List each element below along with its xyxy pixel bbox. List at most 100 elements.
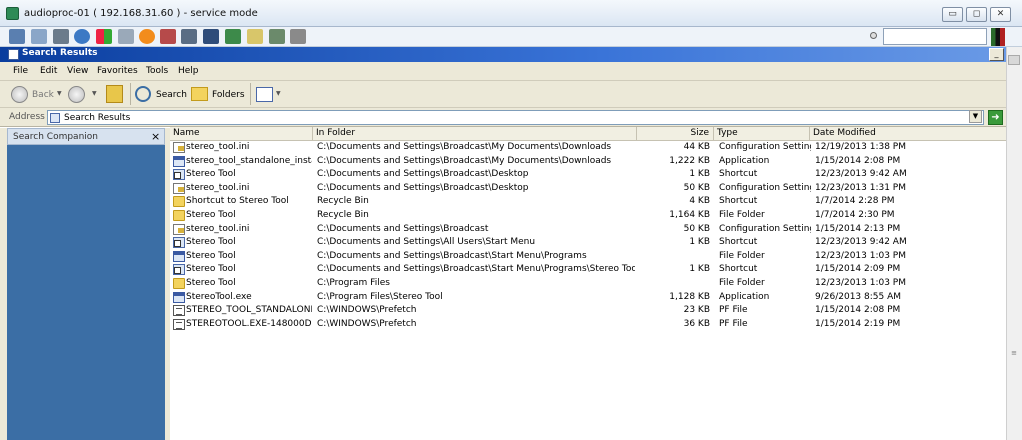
address-dropdown-icon[interactable]: ▼ [969,110,982,123]
address-label: Address [9,112,45,122]
cell-size: 4 KB [689,196,710,207]
search-icon[interactable] [135,86,151,102]
table-row[interactable]: Stereo Tool Recycle Bin 1,164 KB File Folde… [170,209,1006,223]
scroll-grip-icon: ≡ [1011,349,1017,357]
scroll-thumb[interactable] [1008,55,1020,65]
table-row[interactable]: Shortcut to Stereo Tool Recycle Bin 4 KB Sh… [170,195,1006,209]
flag-icon [991,28,1005,46]
cell-folder: C:\Documents and Settings\All Users\Star… [317,237,536,248]
close-pane-icon[interactable]: × [151,130,160,143]
cell-type: Configuration Settings [719,182,811,193]
fullscreen-icon[interactable] [181,29,197,44]
minimize-button[interactable]: ▭ [942,7,963,22]
back-button-label[interactable]: Back [32,90,54,100]
monitor-icon[interactable] [203,29,219,44]
menu-help[interactable]: Help [178,66,199,76]
screenshot-icon[interactable] [290,29,306,44]
address-input[interactable]: Search Results [47,110,984,125]
cell-modified: 12/23/2013 1:03 PM [815,278,906,288]
vertical-scrollbar[interactable] [1006,47,1022,440]
column-header-type[interactable]: Type [714,127,810,141]
cell-folder: C:\Documents and Settings\Broadcast\My D… [317,155,612,166]
ini-file-icon [173,223,185,235]
table-row[interactable]: stereo_tool_standalone_insta... C:\Docume… [170,155,1006,169]
cell-modified: 1/7/2014 2:28 PM [815,196,895,207]
cell-modified: 12/23/2013 9:42 AM [815,237,907,248]
keyboard-icon[interactable] [118,29,134,44]
folders-button-label[interactable]: Folders [212,90,245,100]
app-icon [173,291,185,303]
cell-name: stereo_tool.ini [186,182,250,193]
alert-icon[interactable] [139,29,155,44]
shortcut-icon [173,264,185,276]
cell-size: 23 KB [683,305,710,316]
refresh-icon[interactable] [74,29,90,44]
screen-icon[interactable] [9,29,25,44]
column-header-name[interactable]: Name [170,127,313,141]
table-row[interactable]: stereo_tool.ini C:\Documents and Settings… [170,223,1006,237]
list-header: Name In Folder Size Type Date Modified [170,127,1006,141]
folders-icon[interactable] [191,87,208,101]
table-row[interactable]: Stereo Tool C:\Documents and Settings\Bro… [170,263,1006,277]
windows-logo-icon[interactable] [96,29,112,44]
capture-icon[interactable] [269,29,285,44]
forward-dropdown-icon[interactable]: ▼ [92,90,97,97]
menu-tools[interactable]: Tools [146,66,168,76]
menu-file[interactable]: File [13,66,28,76]
cell-folder: C:\Documents and Settings\Broadcast\Star… [317,264,635,275]
up-folder-icon[interactable] [106,85,123,103]
tools-icon[interactable] [53,29,69,44]
cell-name: Stereo Tool [186,278,236,288]
column-header-modified[interactable]: Date Modified [810,127,1006,141]
go-arrow-icon[interactable]: ➜ [988,110,1003,125]
cell-type: File Folder [719,210,765,220]
table-row[interactable]: stereo_tool.ini C:\Documents and Settings… [170,182,1006,196]
remote-input-field[interactable] [883,28,987,45]
table-row[interactable]: Stereo Tool C:\Documents and Settings\Bro… [170,168,1006,182]
cell-type: Shortcut [719,237,758,248]
table-row[interactable]: Stereo Tool C:\Documents and Settings\Bro… [170,250,1006,264]
notes-icon[interactable] [247,29,263,44]
table-row[interactable]: StereoTool.exe C:\Program Files\Stereo To… [170,291,1006,305]
cell-modified: 1/15/2014 2:19 PM [815,318,901,329]
cell-folder: C:\WINDOWS\Prefetch [317,318,417,329]
search-companion-pane [7,128,165,440]
explorer-minimize-button[interactable]: _ [989,48,1004,61]
views-dropdown-icon[interactable]: ▼ [276,90,281,97]
cell-type: Configuration Settings [719,142,811,152]
cell-name: Stereo Tool [186,169,236,180]
windows-icon[interactable] [31,29,47,44]
back-arrow-icon[interactable] [11,86,28,103]
close-button[interactable]: ✕ [990,7,1011,22]
views-icon[interactable] [256,87,273,102]
maximize-button[interactable]: ◻ [966,7,987,22]
cell-size: 1,164 KB [669,210,710,220]
cell-size: 1 KB [689,237,710,248]
app-icon [173,155,185,167]
cell-name: STEREO_TOOL_STANDALONE... [186,305,312,316]
table-row[interactable]: stereo_tool.ini C:\Documents and Settings… [170,141,1006,155]
cell-folder: C:\Documents and Settings\Broadcast\My D… [317,142,612,152]
folder-icon [173,196,185,208]
search-companion-header: Search Companion × [7,128,165,145]
column-header-size[interactable]: Size [637,127,714,141]
cell-modified: 1/15/2014 2:09 PM [815,264,901,275]
menu-edit[interactable]: Edit [40,66,57,76]
ctrl-alt-del-icon[interactable] [160,29,176,44]
cell-modified: 12/23/2013 9:42 AM [815,169,907,180]
menu-favorites[interactable]: Favorites [97,66,138,76]
transfer-icon[interactable] [225,29,241,44]
table-row[interactable]: STEREO_TOOL_STANDALONE... C:\WINDOWS\Pref… [170,304,1006,318]
table-row[interactable]: Stereo Tool C:\Program Files File Folder 12… [170,277,1006,291]
menu-view[interactable]: View [67,66,88,76]
cell-size: 1 KB [689,264,710,275]
table-row[interactable]: STEREOTOOL.EXE-148000D2.pf C:\WINDOWS\Pre… [170,318,1006,332]
search-button-label[interactable]: Search [156,90,187,100]
column-header-folder[interactable]: In Folder [313,127,637,141]
cell-name: Stereo Tool [186,210,236,220]
cell-name: stereo_tool_standalone_insta... [186,155,312,166]
back-dropdown-icon[interactable]: ▼ [57,90,62,97]
cell-name: Shortcut to Stereo Tool [186,196,289,207]
forward-arrow-icon[interactable] [68,86,85,103]
table-row[interactable]: Stereo Tool C:\Documents and Settings\All… [170,236,1006,250]
